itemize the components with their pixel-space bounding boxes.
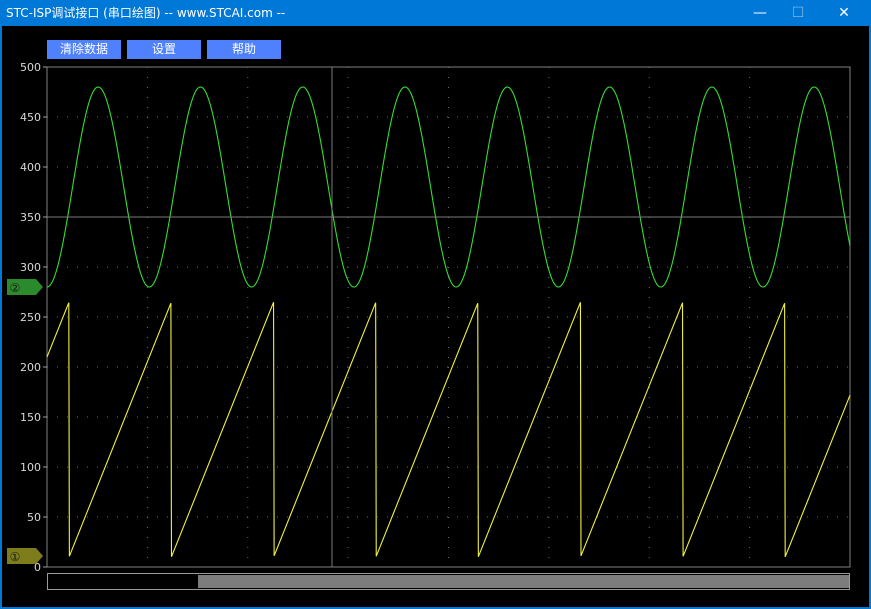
- y-tick-label: 100: [20, 461, 41, 474]
- y-tick-label: 350: [20, 211, 41, 224]
- window-title: STC-ISP调试接口 (串口绘图) -- www.STCAI.com --: [6, 6, 286, 20]
- y-tick-label: 250: [20, 311, 41, 324]
- y-tick-label: 450: [20, 111, 41, 124]
- y-tick-label: 150: [20, 411, 41, 424]
- serial-plot[interactable]: 050100150200250300350400450500①②: [2, 26, 869, 571]
- y-tick-label: 200: [20, 361, 41, 374]
- y-tick-label: 400: [20, 161, 41, 174]
- y-tick-label: 500: [20, 61, 41, 74]
- scrollbar-thumb[interactable]: [198, 575, 849, 588]
- horizontal-scrollbar[interactable]: [47, 573, 850, 590]
- y-tick-label: 50: [27, 511, 41, 524]
- maximize-button[interactable]: ☐: [776, 0, 820, 26]
- plot-area: 清除数据 设置 帮助 0 50 100 150 200 250 300 350 400 450 50…: [2, 26, 869, 607]
- channel-marker-label: ②: [10, 281, 21, 295]
- title-bar[interactable]: STC-ISP调试接口 (串口绘图) -- www.STCAI.com -- —…: [0, 0, 871, 26]
- series-sawtooth-line: [46, 302, 851, 558]
- app-window: STC-ISP调试接口 (串口绘图) -- www.STCAI.com -- —…: [0, 0, 871, 609]
- close-button[interactable]: ✕: [822, 0, 866, 26]
- channel-marker-label: ①: [10, 550, 21, 564]
- y-tick-label: 300: [20, 261, 41, 274]
